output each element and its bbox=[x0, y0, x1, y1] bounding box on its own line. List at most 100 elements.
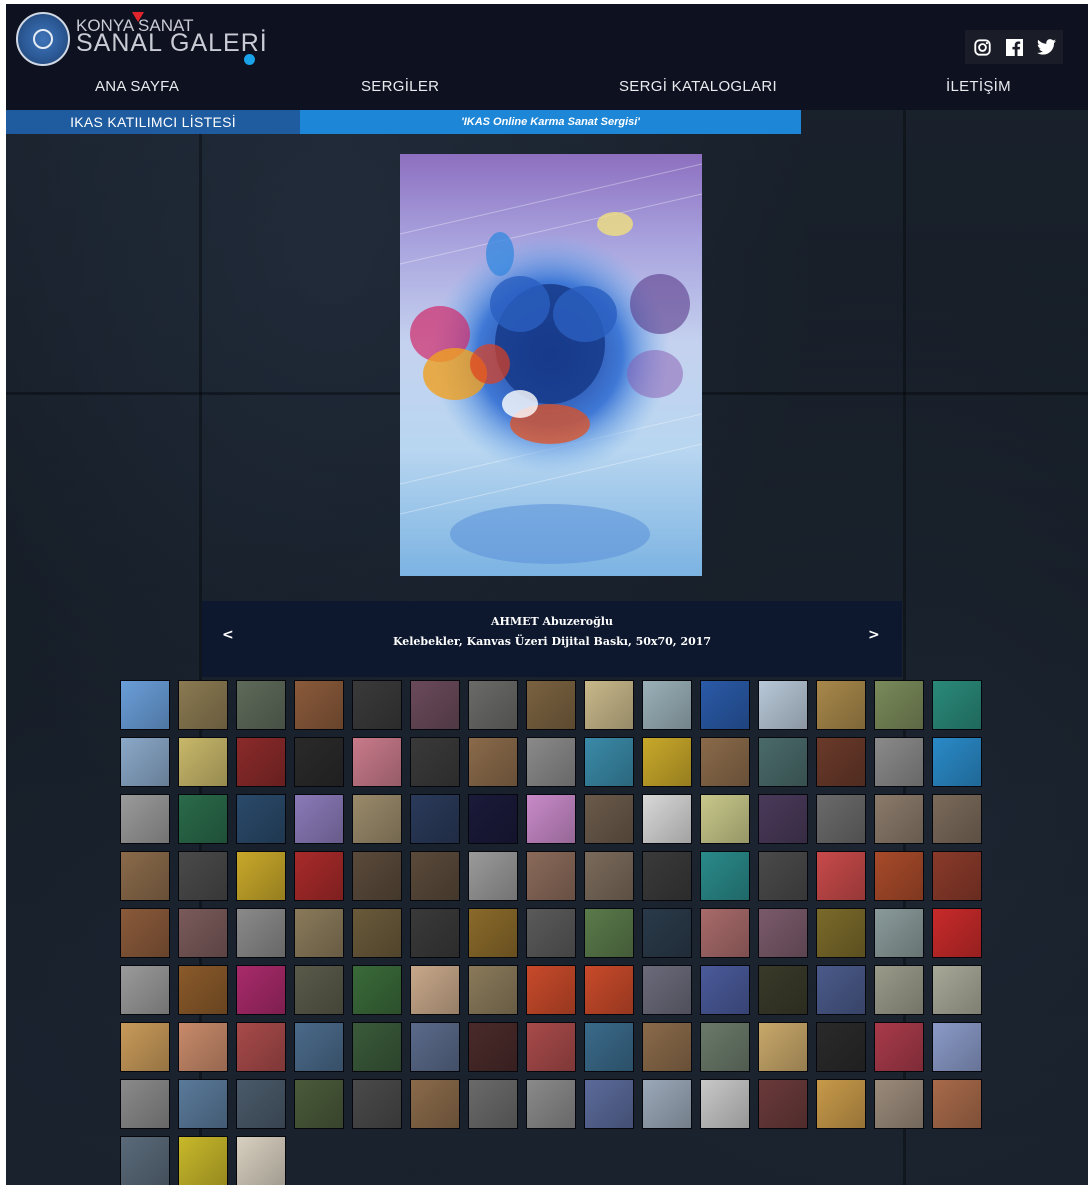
artwork-thumbnail[interactable] bbox=[874, 908, 924, 958]
artwork-thumbnail[interactable] bbox=[468, 737, 518, 787]
artwork-thumbnail[interactable] bbox=[352, 737, 402, 787]
artwork-thumbnail[interactable] bbox=[758, 965, 808, 1015]
artwork-thumbnail[interactable] bbox=[120, 851, 170, 901]
site-logo[interactable]: KONYA SANAT SANAL GALERİ bbox=[16, 10, 267, 66]
artwork-thumbnail[interactable] bbox=[236, 1079, 286, 1129]
artwork-thumbnail[interactable] bbox=[236, 1136, 286, 1185]
nav-item-exhibitions[interactable]: SERGİLER bbox=[361, 78, 439, 95]
artwork-thumbnail[interactable] bbox=[294, 737, 344, 787]
facebook-icon[interactable] bbox=[1002, 35, 1026, 59]
artwork-thumbnail[interactable] bbox=[932, 794, 982, 844]
artwork-thumbnail[interactable] bbox=[236, 851, 286, 901]
artwork-thumbnail[interactable] bbox=[120, 737, 170, 787]
artwork-thumbnail[interactable] bbox=[816, 1022, 866, 1072]
artwork-thumbnail[interactable] bbox=[700, 794, 750, 844]
artwork-thumbnail[interactable] bbox=[758, 1079, 808, 1129]
artwork-thumbnail[interactable] bbox=[700, 908, 750, 958]
artwork-thumbnail[interactable] bbox=[294, 965, 344, 1015]
artwork-thumbnail[interactable] bbox=[120, 1022, 170, 1072]
twitter-icon[interactable] bbox=[1034, 35, 1058, 59]
artwork-thumbnail[interactable] bbox=[352, 851, 402, 901]
artwork-thumbnail[interactable] bbox=[700, 965, 750, 1015]
artwork-thumbnail[interactable] bbox=[410, 794, 460, 844]
artwork-thumbnail[interactable] bbox=[700, 680, 750, 730]
artwork-thumbnail[interactable] bbox=[526, 965, 576, 1015]
artwork-thumbnail[interactable] bbox=[468, 851, 518, 901]
artwork-thumbnail[interactable] bbox=[874, 1079, 924, 1129]
artwork-thumbnail[interactable] bbox=[816, 965, 866, 1015]
artwork-thumbnail[interactable] bbox=[410, 737, 460, 787]
artwork-thumbnail[interactable] bbox=[178, 965, 228, 1015]
artwork-thumbnail[interactable] bbox=[352, 1022, 402, 1072]
artwork-thumbnail[interactable] bbox=[758, 680, 808, 730]
artwork-thumbnail[interactable] bbox=[120, 908, 170, 958]
artwork-thumbnail[interactable] bbox=[758, 851, 808, 901]
artwork-thumbnail[interactable] bbox=[816, 737, 866, 787]
artwork-thumbnail[interactable] bbox=[932, 851, 982, 901]
artwork-thumbnail[interactable] bbox=[642, 1079, 692, 1129]
artwork-thumbnail[interactable] bbox=[584, 965, 634, 1015]
artwork-thumbnail[interactable] bbox=[468, 1022, 518, 1072]
artwork-thumbnail[interactable] bbox=[642, 851, 692, 901]
artwork-thumbnail[interactable] bbox=[236, 965, 286, 1015]
artwork-thumbnail[interactable] bbox=[352, 794, 402, 844]
artwork-thumbnail[interactable] bbox=[236, 794, 286, 844]
artwork-thumbnail[interactable] bbox=[120, 965, 170, 1015]
artwork-thumbnail[interactable] bbox=[352, 680, 402, 730]
artwork-thumbnail[interactable] bbox=[758, 737, 808, 787]
artwork-thumbnail[interactable] bbox=[468, 1079, 518, 1129]
nav-item-catalogs[interactable]: SERGİ KATALOGLARI bbox=[619, 78, 777, 95]
artwork-thumbnail[interactable] bbox=[178, 1079, 228, 1129]
artwork-thumbnail[interactable] bbox=[294, 794, 344, 844]
artwork-thumbnail[interactable] bbox=[294, 680, 344, 730]
artwork-thumbnail[interactable] bbox=[874, 1022, 924, 1072]
artwork-thumbnail[interactable] bbox=[526, 794, 576, 844]
featured-artwork-image[interactable] bbox=[400, 154, 702, 576]
artwork-thumbnail[interactable] bbox=[642, 794, 692, 844]
artwork-thumbnail[interactable] bbox=[294, 851, 344, 901]
artwork-thumbnail[interactable] bbox=[526, 908, 576, 958]
artwork-thumbnail[interactable] bbox=[526, 680, 576, 730]
artwork-thumbnail[interactable] bbox=[932, 1079, 982, 1129]
artwork-thumbnail[interactable] bbox=[584, 1022, 634, 1072]
artwork-thumbnail[interactable] bbox=[120, 794, 170, 844]
nav-item-contact[interactable]: İLETİŞİM bbox=[946, 78, 1011, 95]
artwork-thumbnail[interactable] bbox=[816, 680, 866, 730]
artwork-thumbnail[interactable] bbox=[236, 1022, 286, 1072]
artwork-thumbnail[interactable] bbox=[874, 851, 924, 901]
artwork-thumbnail[interactable] bbox=[584, 794, 634, 844]
artwork-thumbnail[interactable] bbox=[294, 1079, 344, 1129]
artwork-thumbnail[interactable] bbox=[526, 1079, 576, 1129]
artwork-thumbnail[interactable] bbox=[410, 851, 460, 901]
artwork-thumbnail[interactable] bbox=[584, 908, 634, 958]
artwork-thumbnail[interactable] bbox=[584, 851, 634, 901]
artwork-thumbnail[interactable] bbox=[642, 680, 692, 730]
artwork-thumbnail[interactable] bbox=[410, 1079, 460, 1129]
artwork-thumbnail[interactable] bbox=[178, 1136, 228, 1185]
artwork-thumbnail[interactable] bbox=[642, 908, 692, 958]
artwork-thumbnail[interactable] bbox=[816, 908, 866, 958]
artwork-thumbnail[interactable] bbox=[526, 737, 576, 787]
artwork-thumbnail[interactable] bbox=[236, 737, 286, 787]
artwork-thumbnail[interactable] bbox=[468, 680, 518, 730]
artwork-thumbnail[interactable] bbox=[410, 908, 460, 958]
artwork-thumbnail[interactable] bbox=[120, 1079, 170, 1129]
artwork-thumbnail[interactable] bbox=[178, 851, 228, 901]
artwork-thumbnail[interactable] bbox=[410, 965, 460, 1015]
artwork-thumbnail[interactable] bbox=[178, 1022, 228, 1072]
artwork-thumbnail[interactable] bbox=[874, 794, 924, 844]
artwork-thumbnail[interactable] bbox=[816, 851, 866, 901]
artwork-thumbnail[interactable] bbox=[178, 794, 228, 844]
artwork-thumbnail[interactable] bbox=[526, 851, 576, 901]
artwork-thumbnail[interactable] bbox=[236, 908, 286, 958]
artwork-thumbnail[interactable] bbox=[236, 680, 286, 730]
artwork-thumbnail[interactable] bbox=[410, 680, 460, 730]
artwork-thumbnail[interactable] bbox=[642, 965, 692, 1015]
artwork-thumbnail[interactable] bbox=[874, 680, 924, 730]
artwork-thumbnail[interactable] bbox=[700, 737, 750, 787]
artwork-thumbnail[interactable] bbox=[294, 1022, 344, 1072]
next-artwork-button[interactable]: > bbox=[868, 627, 880, 643]
artwork-thumbnail[interactable] bbox=[526, 1022, 576, 1072]
artwork-thumbnail[interactable] bbox=[178, 908, 228, 958]
artwork-thumbnail[interactable] bbox=[584, 737, 634, 787]
